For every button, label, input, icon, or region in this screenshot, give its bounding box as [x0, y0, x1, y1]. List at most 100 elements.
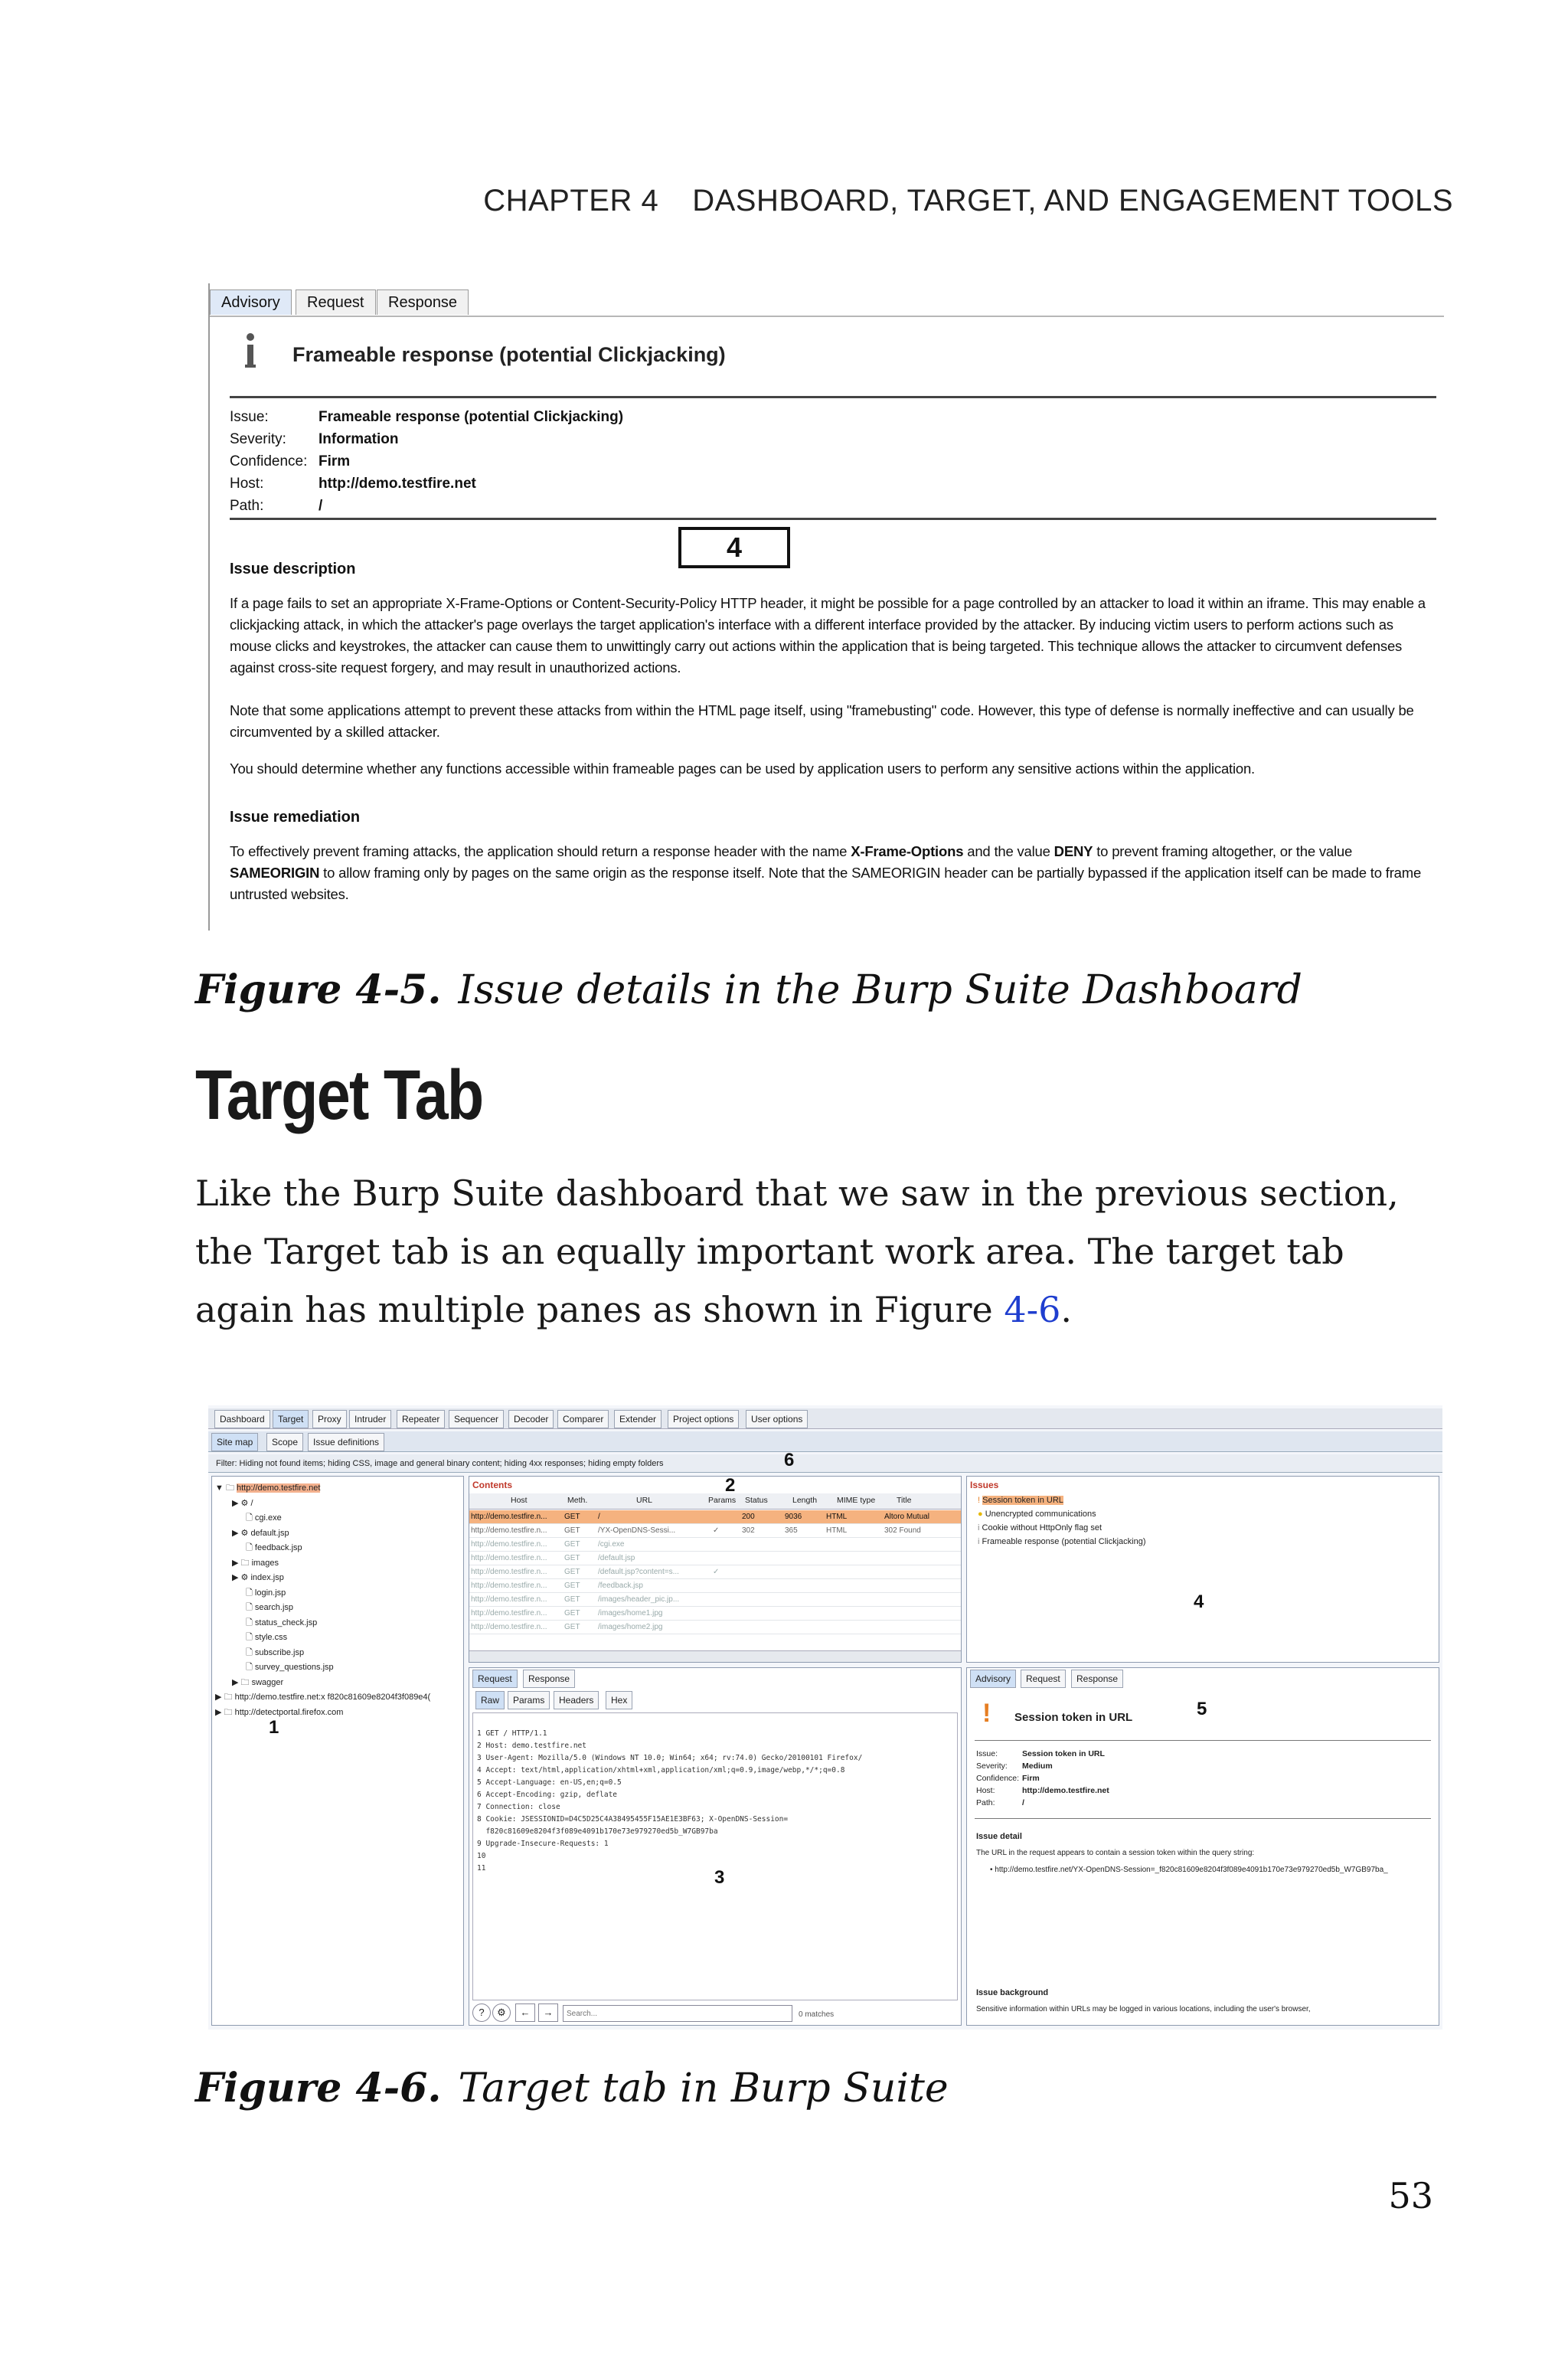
- page-number: 53: [1388, 2175, 1433, 2216]
- figure-4-6-caption: Figure 4-6. Target tab in Burp Suite: [195, 2065, 949, 2111]
- issue-detail-text: The URL in the request appears to contai…: [976, 1849, 1255, 1857]
- divider: [230, 396, 1436, 398]
- chapter-title: DASHBOARD, TARGET, AND ENGAGEMENT TOOLS: [692, 184, 1453, 218]
- tab-raw[interactable]: Raw: [475, 1691, 505, 1709]
- tree-node[interactable]: 🗋 search.jsp: [215, 1601, 463, 1616]
- tab-dashboard[interactable]: Dashboard: [214, 1410, 270, 1428]
- issues-list[interactable]: ! Session token in URL ● Unencrypted com…: [978, 1493, 1146, 1549]
- table-row[interactable]: http://demo.testfire.n... GET/feedback.js…: [469, 1579, 961, 1593]
- running-header: CHAPTER 4 DASHBOARD, TARGET, AND ENGAGEME…: [483, 184, 1453, 218]
- tree-node[interactable]: 🗋 login.jsp: [215, 1586, 463, 1601]
- table-row[interactable]: http://demo.testfire.n... GET/200 9036 HTML…: [469, 1510, 961, 1524]
- advisory-fields: Issue: Session token in URL Severity: Medi…: [976, 1749, 1109, 1807]
- issue-remediation-heading: Issue remediation: [230, 809, 361, 826]
- pane-number-4: 4: [1194, 1591, 1204, 1612]
- figure-4-6-screenshot: Dashboard Target Proxy Intruder Repeater…: [208, 1405, 1442, 2030]
- tab-request[interactable]: Request: [296, 289, 376, 315]
- raw-request-text: 1 GET / HTTP/1.1 2 Host: demo.testfire.n…: [477, 1729, 863, 1873]
- tab-request[interactable]: Request: [472, 1670, 518, 1688]
- search-input[interactable]: [563, 2005, 792, 2022]
- issue-title: Frameable response (potential Clickjacki…: [292, 343, 726, 366]
- site-map-tree[interactable]: ▼ 🗀 http://demo.testfire.net ▶ ⚙ / 🗋 cgi…: [211, 1476, 464, 2026]
- table-row[interactable]: http://demo.testfire.n... GET/default.jsp: [469, 1552, 961, 1565]
- issue-item[interactable]: ● Unencrypted communications: [978, 1507, 1146, 1521]
- tree-node[interactable]: ▶ ⚙ /: [215, 1496, 463, 1512]
- pane-number-5: 5: [1197, 1699, 1207, 1719]
- issues-pane: Issues ! Session token in URL ● Unencryp…: [966, 1476, 1439, 1663]
- table-row[interactable]: http://demo.testfire.n... GET/default.jsp…: [469, 1565, 961, 1579]
- issue-remediation-text: To effectively prevent framing attacks, …: [230, 843, 1422, 902]
- contents-table[interactable]: Host Meth. URL Params Status Length MIME…: [469, 1493, 961, 1662]
- section-heading: Target Tab: [195, 1056, 484, 1134]
- tree-node[interactable]: 🗋 feedback.jsp: [215, 1541, 463, 1556]
- issue-description-p2: Note that some applications attempt to p…: [230, 702, 1414, 740]
- tab-comparer[interactable]: Comparer: [557, 1410, 609, 1428]
- tab-site-map[interactable]: Site map: [211, 1433, 259, 1451]
- caption-text: Issue details in the Burp Suite Dashboar…: [458, 967, 1302, 1013]
- tab-scope[interactable]: Scope: [266, 1433, 304, 1451]
- tree-node[interactable]: ▶ 🗀 http://demo.testfire.net:x f820c8160…: [215, 1690, 463, 1706]
- tree-node[interactable]: 🗋 status_check.jsp: [215, 1616, 463, 1631]
- figure-4-5-screenshot: Advisory Request Response Frameable resp…: [208, 283, 1444, 931]
- advisory-pane: Advisory Request Response ! Session toke…: [966, 1667, 1439, 2026]
- settings-icon[interactable]: ⚙: [492, 2003, 511, 2022]
- pane-number-1: 1: [269, 1717, 279, 1738]
- tree-node[interactable]: ▶ 🗀 images: [215, 1556, 463, 1572]
- tree-node[interactable]: ▶ ⚙ index.jsp: [215, 1571, 463, 1586]
- table-row[interactable]: http://demo.testfire.n... GET/images/home…: [469, 1621, 961, 1634]
- tab-intruder[interactable]: Intruder: [349, 1410, 392, 1428]
- pane-number-3: 3: [714, 1867, 725, 1888]
- caption-text: Target tab in Burp Suite: [458, 2066, 949, 2111]
- tab-headers[interactable]: Headers: [554, 1691, 599, 1709]
- tab-response[interactable]: Response: [1071, 1670, 1124, 1688]
- table-row[interactable]: http://demo.testfire.n... GET/images/home…: [469, 1607, 961, 1621]
- table-header: Host Meth. URL Params Status Length MIME…: [469, 1493, 961, 1510]
- contents-label: Contents: [472, 1480, 512, 1490]
- tree-node[interactable]: 🗋 cgi.exe: [215, 1511, 463, 1526]
- tab-advisory[interactable]: Advisory: [970, 1670, 1017, 1688]
- tab-issue-definitions[interactable]: Issue definitions: [308, 1433, 385, 1451]
- info-icon: i: [978, 1537, 980, 1546]
- tab-repeater[interactable]: Repeater: [397, 1410, 446, 1428]
- tree-node[interactable]: 🗋 survey_questions.jsp: [215, 1660, 463, 1676]
- field-row: Confidence: Firm: [230, 453, 351, 469]
- tab-decoder[interactable]: Decoder: [508, 1410, 554, 1428]
- field-row: Path: /: [230, 498, 323, 514]
- back-arrow-icon[interactable]: ←: [515, 2003, 535, 2022]
- tree-node[interactable]: ▶ 🗀 swagger: [215, 1676, 463, 1691]
- contents-pane: Contents 2 Host Meth. URL Params Status …: [469, 1475, 962, 1663]
- issue-item[interactable]: i Frameable response (potential Clickjac…: [978, 1535, 1146, 1549]
- horizontal-scrollbar[interactable]: [469, 1650, 961, 1662]
- tab-sequencer[interactable]: Sequencer: [449, 1410, 505, 1428]
- match-count: 0 matches: [799, 2010, 835, 2019]
- tree-node[interactable]: 🗋 style.css: [215, 1631, 463, 1646]
- filter-bar[interactable]: Filter: Hiding not found items; hiding C…: [208, 1454, 1442, 1473]
- tab-hex[interactable]: Hex: [606, 1691, 633, 1709]
- issue-item[interactable]: i Cookie without HttpOnly flag set: [978, 1521, 1146, 1535]
- body-paragraph: Like the Burp Suite dashboard that we sa…: [195, 1173, 1399, 1330]
- tree-node[interactable]: ▼ 🗀 http://demo.testfire.net: [215, 1481, 463, 1496]
- tree-node[interactable]: ▶ ⚙ default.jsp: [215, 1526, 463, 1542]
- table-row[interactable]: http://demo.testfire.n... GET/images/head…: [469, 1593, 961, 1607]
- tree-node[interactable]: 🗋 subscribe.jsp: [215, 1646, 463, 1661]
- issue-item[interactable]: ! Session token in URL: [978, 1493, 1146, 1507]
- tab-proxy[interactable]: Proxy: [312, 1410, 347, 1428]
- sub-tab-bar: Site map Scope Issue definitions: [208, 1431, 1442, 1452]
- tab-project-options[interactable]: Project options: [668, 1410, 740, 1428]
- table-row[interactable]: http://demo.testfire.n... GET/cgi.exe: [469, 1538, 961, 1552]
- help-icon[interactable]: ?: [472, 2003, 491, 2022]
- tab-request[interactable]: Request: [1021, 1670, 1066, 1688]
- tab-params[interactable]: Params: [508, 1691, 550, 1709]
- forward-arrow-icon[interactable]: →: [538, 2003, 558, 2022]
- caption-label: Figure 4-6.: [195, 2065, 442, 2111]
- table-row[interactable]: http://demo.testfire.n... GET/YX-OpenDNS-…: [469, 1524, 961, 1538]
- figure-link[interactable]: 4-6: [1004, 1289, 1060, 1330]
- tab-target[interactable]: Target: [273, 1410, 309, 1428]
- issue-description-p1: If a page fails to set an appropriate X-…: [230, 595, 1426, 675]
- tab-advisory[interactable]: Advisory: [210, 289, 292, 315]
- tree-node[interactable]: ▶ 🗀 http://detectportal.firefox.com: [215, 1706, 463, 1721]
- tab-user-options[interactable]: User options: [746, 1410, 808, 1428]
- tab-response[interactable]: Response: [523, 1670, 576, 1688]
- tab-response[interactable]: Response: [377, 289, 469, 315]
- tab-extender[interactable]: Extender: [614, 1410, 662, 1428]
